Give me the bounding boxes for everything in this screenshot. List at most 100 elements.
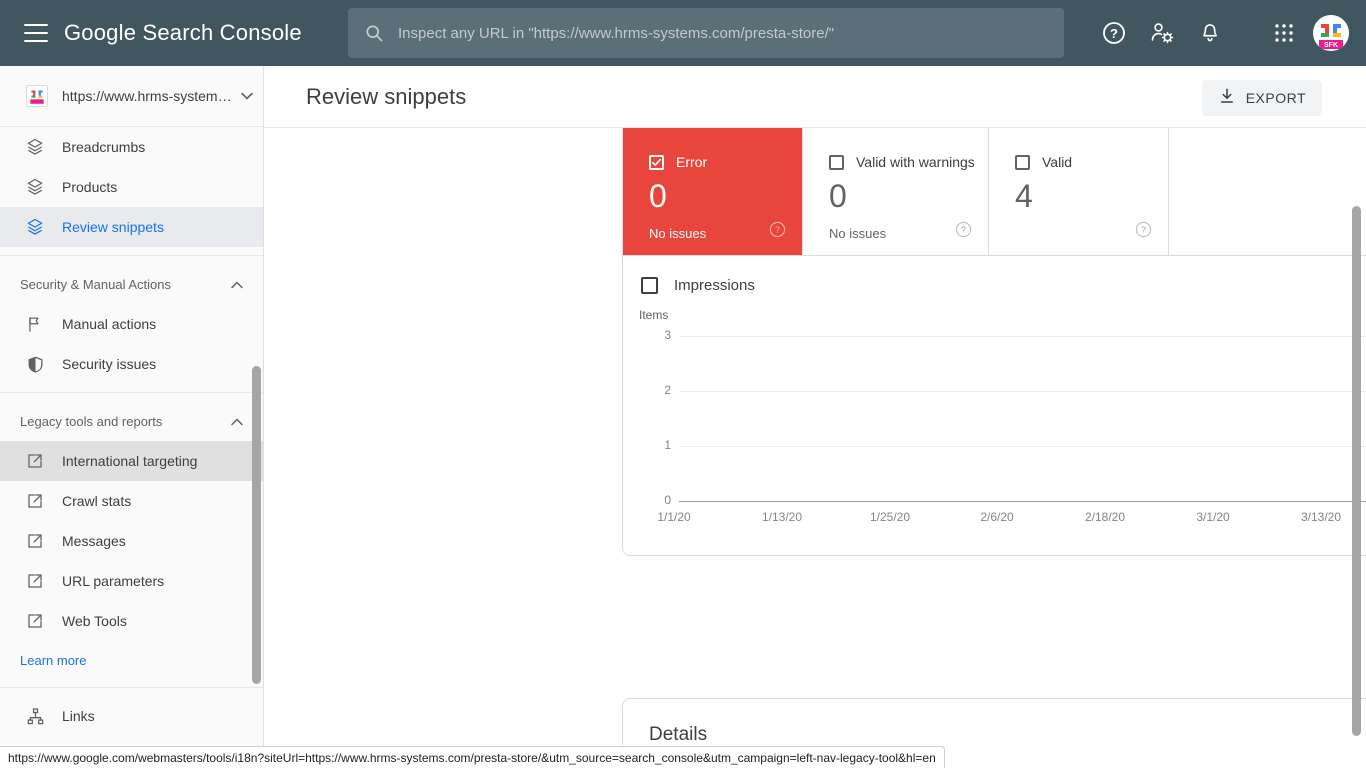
sidebar-scrollbar[interactable] [252,366,261,684]
external-link-icon [24,570,46,592]
external-link-icon [24,450,46,472]
chart-gridline: 2 [649,383,1366,397]
sidebar-item-review-snippets[interactable]: Review snippets [0,207,263,247]
status-card-spacer [1169,128,1366,255]
sidebar-item-crawl-stats[interactable]: Crawl stats [0,481,263,521]
status-card-sub: No issues [829,226,887,241]
account-settings-icon[interactable] [1138,0,1186,66]
sidebar-group-label: Security & Manual Actions [20,276,172,292]
details-header: Details [623,699,1366,748]
divider [0,392,263,393]
property-label: https://www.hrms-systems.c ... [62,88,235,104]
learn-more-link[interactable]: Learn more [0,641,263,679]
sidebar-group-label: Legacy tools and reports [20,413,163,429]
chart-x-tick: 2/6/20 [980,510,1014,524]
status-card-error[interactable]: Error 0 No issues ? [623,128,803,255]
layers-icon [24,216,46,238]
sidebar-item-label: Breadcrumbs [62,139,146,155]
brand-logo[interactable]: Google Search Console [64,20,302,46]
sidebar-item-label: International targeting [62,453,198,469]
external-link-icon [24,610,46,632]
property-selector[interactable]: https://www.hrms-systems.c ... [0,66,263,127]
sidebar-item-label: Products [62,179,118,195]
search-placeholder: Inspect any URL in "https://www.hrms-sys… [398,24,835,42]
sidebar-item-messages[interactable]: Messages [0,521,263,561]
sidebar-item-label: Review snippets [62,219,164,235]
svg-text:SFK: SFK [1324,42,1338,49]
chart-x-tick: 3/13/20 [1300,510,1342,524]
chevron-up-icon[interactable] [231,414,243,429]
sitemap-icon [24,705,46,727]
sidebar-item-manual-actions[interactable]: Manual actions [0,304,263,344]
sidebar-item-security-issues[interactable]: Security issues [0,344,263,384]
divider [0,687,263,688]
export-button[interactable]: EXPORT [1201,80,1322,116]
chart-x-tick: 2/18/20 [1084,510,1126,524]
help-circle-icon[interactable]: ? [955,221,972,243]
chevron-up-icon[interactable] [231,277,243,292]
sidebar-group-legacy[interactable]: Legacy tools and reports [0,401,263,441]
help-circle-icon[interactable]: ? [1135,221,1152,243]
status-card-valid[interactable]: Valid 4 ? [989,128,1169,255]
sidebar-nav: Breadcrumbs Products Review snippets Sec… [0,127,263,768]
layers-icon [24,176,46,198]
apps-grid-icon[interactable] [1260,0,1308,66]
sidebar-item-label: Security issues [62,356,157,372]
status-card-row: Error 0 No issues ? Valid with warnings … [623,128,1366,256]
hamburger-menu-icon[interactable] [24,24,48,42]
chart-x-tick: 1/13/20 [761,510,803,524]
brand-product: Search Console [142,20,302,45]
status-card-valid-with-warnings[interactable]: Valid with warnings 0 No issues ? [803,128,989,255]
svg-text:?: ? [1110,26,1118,41]
sidebar-item-label: Web Tools [62,613,127,629]
impressions-checkbox[interactable] [641,276,658,294]
main-scrollbar[interactable] [1352,206,1361,736]
chart-axis-line: 0 [649,493,1366,507]
search-icon [364,23,384,43]
flag-icon [24,313,46,335]
page-title: Review snippets [306,83,467,109]
shield-icon [24,353,46,375]
chart-x-tick: 1/1/20 [657,510,691,524]
svg-text:?: ? [961,225,966,235]
svg-text:?: ? [1141,225,1146,235]
chart-y-tick: 3 [664,328,671,342]
chevron-down-icon[interactable] [241,87,253,105]
status-bar-url: https://www.google.com/webmasters/tools/… [0,746,945,768]
divider [0,255,263,256]
sidebar-item-web-tools[interactable]: Web Tools [0,601,263,641]
status-card-sub: No issues [649,226,707,241]
sidebar-group-security[interactable]: Security & Manual Actions [0,264,263,304]
status-card-count: 4 [1015,178,1033,214]
chart-y-tick: 2 [664,383,671,397]
status-card-label: Valid [1042,154,1073,170]
valid-checkbox[interactable] [1015,154,1030,170]
url-inspection-search-input[interactable]: Inspect any URL in "https://www.hrms-sys… [348,8,1064,58]
download-icon [1218,87,1236,110]
export-label: EXPORT [1245,90,1306,106]
error-checkbox[interactable] [649,154,664,170]
chart-y-tick: 0 [664,493,671,507]
avatar[interactable]: SFK [1313,15,1349,51]
sidebar-item-url-parameters[interactable]: URL parameters [0,561,263,601]
status-card-count: 0 [649,178,667,214]
bell-icon[interactable] [1186,0,1234,66]
sidebar-item-links[interactable]: Links [0,696,263,736]
valid-with-warnings-checkbox[interactable] [829,154,844,170]
page-header: Review snippets EXPORT [264,66,1366,128]
external-link-icon [24,490,46,512]
details-card: Details Status Type Validation Trend Ite… [622,698,1366,748]
help-circle-icon[interactable]: ? [769,221,786,243]
chart-y-tick: 1 [664,438,671,452]
sidebar-item-breadcrumbs[interactable]: Breadcrumbs [0,127,263,167]
sidebar-item-label: Manual actions [62,316,157,332]
chart-gridline: 1 [649,438,1366,452]
sidebar-item-label: Crawl stats [62,493,132,509]
impressions-toggle-row[interactable]: Impressions [623,256,1366,314]
sidebar-item-international-targeting[interactable]: International targeting [0,441,263,481]
sidebar-item-label: URL parameters [62,573,165,589]
sidebar: https://www.hrms-systems.c ... Breadcrum… [0,66,264,768]
sidebar-item-products[interactable]: Products [0,167,263,207]
chart-x-tick: 3/1/20 [1196,510,1230,524]
help-icon[interactable]: ? [1090,0,1138,66]
